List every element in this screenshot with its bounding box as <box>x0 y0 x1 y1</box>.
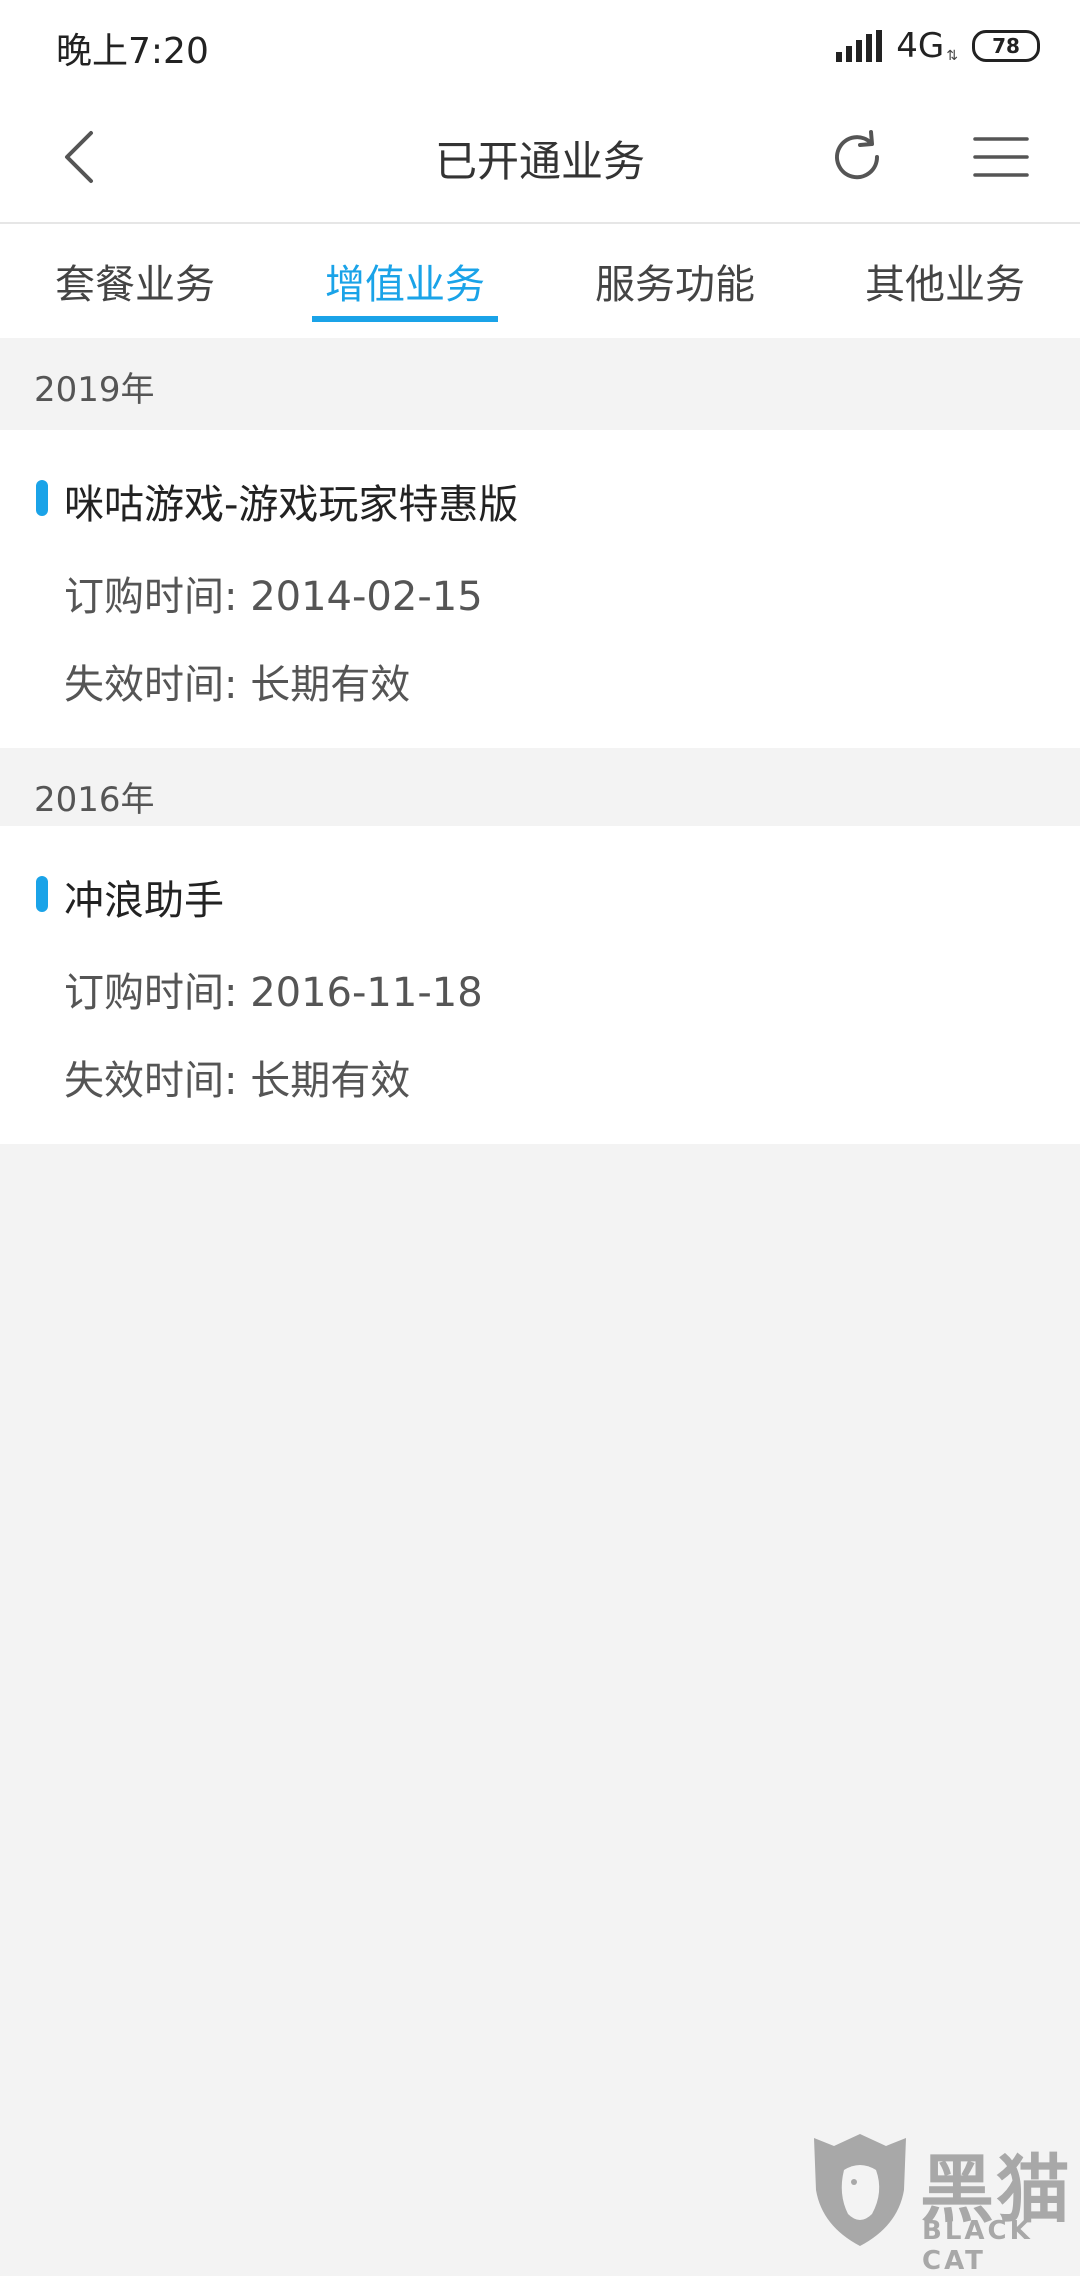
black-cat-watermark: 黑猫 BLACK CAT <box>808 2130 1080 2276</box>
section-header: 2019年 <box>0 340 1080 430</box>
expire-time: 失效时间: 长期有效 <box>64 662 411 708</box>
service-card[interactable]: 冲浪助手 订购时间: 2016-11-18 失效时间: 长期有效 <box>0 826 1080 1144</box>
page-title: 已开通业务 <box>434 137 645 186</box>
service-card[interactable]: 咪咕游戏-游戏玩家特惠版 订购时间: 2014-02-15 失效时间: 长期有效 <box>0 430 1080 748</box>
year-label: 2019年 <box>34 370 155 410</box>
refresh-button[interactable] <box>820 120 894 194</box>
battery-icon: 78 <box>972 30 1040 62</box>
status-bar: 晚上7:20 4G ⇅ 78 <box>0 0 1080 92</box>
order-time: 订购时间: 2014-02-15 <box>64 574 483 620</box>
menu-button[interactable] <box>964 120 1038 194</box>
year-label: 2016年 <box>34 780 155 820</box>
tab-other[interactable]: 其他业务 <box>830 224 1060 338</box>
network-type: 4G ⇅ <box>896 26 958 66</box>
section-header: 2016年 <box>0 748 1080 826</box>
order-time: 订购时间: 2016-11-18 <box>64 970 483 1016</box>
tab-package[interactable]: 套餐业务 <box>20 224 250 338</box>
signal-strength-icon <box>836 30 883 62</box>
status-indicators: 4G ⇅ 78 <box>836 26 1040 66</box>
app-header: 已开通业务 <box>0 92 1080 224</box>
network-label: 4G <box>896 26 945 66</box>
status-time: 晚上7:20 <box>56 31 209 72</box>
refresh-icon <box>835 130 880 180</box>
expire-time: 失效时间: 长期有效 <box>64 1058 411 1104</box>
item-marker <box>36 480 48 516</box>
data-activity-icon: ⇅ <box>946 48 958 64</box>
battery-level: 78 <box>992 34 1020 58</box>
tab-bar: 套餐业务 增值业务 服务功能 其他业务 <box>0 224 1080 338</box>
service-name: 冲浪助手 <box>64 878 224 924</box>
service-name: 咪咕游戏-游戏玩家特惠版 <box>64 482 519 528</box>
hamburger-menu-icon <box>973 137 1029 177</box>
item-marker <box>36 876 48 912</box>
cat-shield-logo <box>814 2134 906 2246</box>
active-tab-indicator <box>312 316 498 322</box>
watermark-subtext: BLACK CAT <box>922 2216 1033 2276</box>
tab-service-functions[interactable]: 服务功能 <box>560 224 790 338</box>
